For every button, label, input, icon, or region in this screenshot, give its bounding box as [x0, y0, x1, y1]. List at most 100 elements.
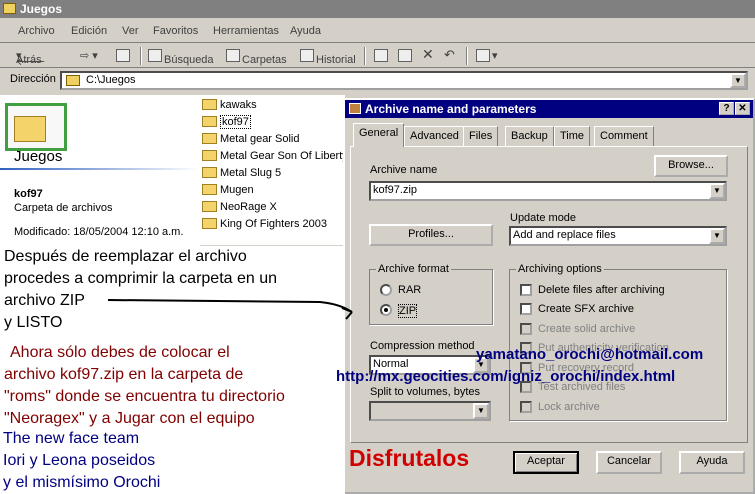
menu-ayuda[interactable]: Ayuda — [290, 25, 321, 37]
ok-button[interactable]: Aceptar — [513, 451, 579, 474]
delete-files-label[interactable]: Delete files after archiving — [538, 284, 665, 296]
close-icon[interactable]: ✕ — [735, 102, 750, 115]
tab-time[interactable]: Time — [554, 126, 591, 146]
folder-icon — [202, 201, 217, 212]
window-titlebar: Juegos — [0, 0, 755, 18]
split-select[interactable]: ▼ — [369, 401, 491, 421]
tab-general[interactable]: General — [353, 123, 405, 147]
divider — [0, 168, 200, 170]
enjoy-text: Disfrutalos — [349, 445, 470, 471]
create-sfx-label[interactable]: Create SFX archive — [538, 303, 634, 315]
instructions-2: Ahora sólo debes de colocar el archivo k… — [4, 344, 285, 427]
back-button[interactable]: 🡐 Atrás ▾ — [16, 49, 46, 68]
up-folder-button[interactable] — [116, 49, 132, 62]
create-solid-checkbox[interactable] — [520, 323, 532, 335]
folder-title: Juegos — [14, 148, 63, 165]
browse-button[interactable]: Browse... — [654, 155, 728, 177]
folder-icon — [202, 150, 217, 161]
folder-banner-icon — [5, 103, 67, 151]
list-item[interactable]: NeoRage X — [202, 201, 277, 217]
search-button[interactable]: Búsqueda — [148, 49, 214, 66]
format-zip-label[interactable]: ZIP — [398, 304, 418, 318]
copy-to-button[interactable] — [398, 49, 414, 62]
toolbar-separator — [140, 47, 142, 65]
list-item-selected[interactable]: kof97 — [202, 115, 251, 132]
menu-herramientas[interactable]: Herramientas — [213, 25, 279, 37]
lock-archive-checkbox[interactable] — [520, 401, 532, 413]
delete-button[interactable]: ✕ — [422, 46, 434, 63]
url-text: http://mx.geocities.com/igniz_orochi/ind… — [336, 368, 676, 385]
folder-icon — [202, 116, 217, 127]
delete-files-checkbox[interactable] — [520, 284, 532, 296]
list-item[interactable]: kawaks — [202, 99, 257, 115]
menu-edicion[interactable]: Edición — [71, 25, 107, 37]
folder-icon — [202, 99, 217, 110]
toolbar-separator — [364, 47, 366, 65]
tab-backup[interactable]: Backup — [505, 126, 554, 146]
team-credits: The new face team Iori y Leona poseidos … — [3, 430, 161, 491]
menu-favoritos[interactable]: Favoritos — [153, 25, 198, 37]
folder-icon — [202, 184, 217, 195]
toolbar-separator — [466, 47, 468, 65]
list-item[interactable]: Metal Slug 5 — [202, 167, 281, 183]
format-rar-radio[interactable] — [380, 284, 392, 296]
chevron-down-icon[interactable]: ▼ — [709, 228, 725, 244]
profiles-button[interactable]: Profiles... — [369, 224, 493, 246]
forward-button[interactable]: ⇨ ▾ — [80, 49, 98, 62]
history-button[interactable]: Historial — [300, 49, 356, 66]
radio-dot — [384, 308, 388, 312]
copy-to-icon — [398, 49, 412, 62]
chevron-down-icon[interactable]: ▼ — [709, 183, 725, 199]
chevron-down-icon[interactable]: ▼ — [473, 403, 489, 419]
list-item[interactable]: Mugen — [202, 184, 254, 200]
cancel-button[interactable]: Cancelar — [596, 451, 662, 474]
history-icon — [300, 49, 314, 62]
help-icon[interactable]: ? — [719, 102, 734, 115]
list-item[interactable]: King Of Fighters 2003 — [202, 218, 327, 234]
create-solid-label: Create solid archive — [538, 323, 636, 335]
format-zip-radio[interactable] — [380, 304, 392, 316]
selected-type: Carpeta de archivos — [14, 202, 113, 214]
dialog-titlebar: Archive name and parameters ? ✕ — [345, 100, 753, 118]
compression-label: Compression method — [370, 340, 475, 352]
views-button[interactable]: ▾ — [476, 49, 498, 62]
archive-name-value: kof97.zip — [373, 184, 418, 196]
address-input[interactable]: C:\Juegos ▼ — [60, 71, 748, 90]
tab-advanced[interactable]: Advanced — [404, 126, 465, 146]
format-rar-label[interactable]: RAR — [398, 284, 421, 296]
folder-icon — [202, 133, 217, 144]
move-to-button[interactable] — [374, 49, 390, 62]
lock-archive-label: Lock archive — [538, 401, 600, 413]
chevron-down-icon[interactable]: ▼ — [730, 73, 746, 88]
list-item[interactable]: Metal gear Solid — [202, 133, 300, 149]
archiving-options-label: Archiving options — [516, 263, 604, 275]
folder-icon — [202, 218, 217, 229]
address-label: Dirección — [10, 73, 56, 85]
list-item[interactable]: Metal Gear Son Of Liberty — [202, 150, 348, 166]
archive-name-label: Archive name — [370, 164, 438, 176]
tab-comment[interactable]: Comment — [594, 126, 654, 146]
update-mode-value: Add and replace files — [513, 229, 616, 241]
undo-button[interactable]: ↶ — [444, 47, 455, 63]
menu-ver[interactable]: Ver — [122, 25, 139, 37]
folder-icon — [3, 3, 16, 14]
email-text: yamatano_orochi@hotmail.com — [476, 346, 704, 363]
views-icon — [476, 49, 490, 62]
update-mode-select[interactable]: Add and replace files ▼ — [509, 226, 727, 246]
menu-archivo[interactable]: Archivo — [18, 25, 55, 37]
move-to-icon — [374, 49, 388, 62]
folders-icon — [226, 49, 240, 62]
search-icon — [148, 49, 162, 62]
selected-name: kof97 — [14, 188, 43, 200]
folders-button[interactable]: Carpetas — [226, 49, 287, 66]
winrar-icon — [349, 103, 361, 114]
help-button[interactable]: Ayuda — [679, 451, 745, 474]
archive-name-input[interactable]: kof97.zip ▼ — [369, 181, 727, 201]
create-sfx-checkbox[interactable] — [520, 303, 532, 315]
dialog-title: Archive name and parameters — [365, 102, 537, 116]
tab-files[interactable]: Files — [463, 126, 499, 146]
folder-icon — [202, 167, 217, 178]
up-folder-icon — [116, 49, 130, 62]
toolbar: 🡐 Atrás ▾ ⇨ ▾ Búsqueda Carpetas Historia… — [0, 44, 755, 68]
selected-modified: Modificado: 18/05/2004 12:10 a.m. — [14, 226, 184, 238]
